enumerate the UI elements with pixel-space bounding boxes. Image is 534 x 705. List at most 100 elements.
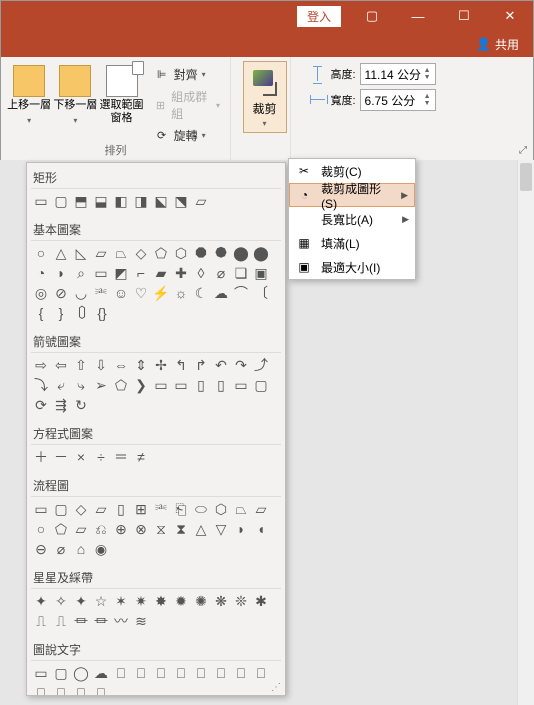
shape-minus[interactable]: －: [52, 448, 70, 466]
shape-arrow-6[interactable]: ↻: [72, 396, 90, 414]
vertical-scrollbar[interactable]: ▲: [517, 160, 534, 705]
shape-diag-stripe[interactable]: ▰: [152, 264, 170, 282]
shape-half-frame[interactable]: ◩: [112, 264, 130, 282]
shape-arrow-callout-lr[interactable]: ▭: [232, 376, 250, 394]
shape-cross[interactable]: ✚: [172, 264, 190, 282]
shape-multiply[interactable]: ×: [72, 448, 90, 466]
shape-not-equal[interactable]: ≠: [132, 448, 150, 466]
shape-arrow-c4[interactable]: ⤷: [72, 376, 90, 394]
shape-fc-delay[interactable]: ◖: [252, 520, 270, 538]
shape-arrow-bent2[interactable]: ↱: [192, 356, 210, 374]
window-restore-small-icon[interactable]: ▢: [349, 1, 395, 31]
shape-star5[interactable]: ☆: [92, 592, 110, 610]
shape-heptagon[interactable]: ⯃: [192, 244, 210, 262]
shape-round1[interactable]: ◨: [132, 192, 150, 210]
shape-fc-process[interactable]: ▭: [32, 500, 50, 518]
shape-arrow-c3[interactable]: ⤶: [52, 376, 70, 394]
shape-callout-3[interactable]: ⎕: [152, 664, 170, 682]
shape-arrow-callout-q[interactable]: ▢: [252, 376, 270, 394]
width-input[interactable]: 6.75 公分 ▲▼: [360, 89, 436, 111]
shape-pie[interactable]: ◔: [32, 264, 50, 282]
shape-star10[interactable]: ✹: [172, 592, 190, 610]
shape-arrow-uturn2[interactable]: ↷: [232, 356, 250, 374]
shape-oval[interactable]: ○: [32, 244, 50, 262]
shape-l-shape[interactable]: ⌐: [132, 264, 150, 282]
shape-callout-4[interactable]: ⎕: [172, 664, 190, 682]
shape-fc-doc[interactable]: ⎃: [152, 500, 170, 518]
shape-arc[interactable]: ⌒: [232, 284, 250, 302]
shape-star4[interactable]: ✦: [72, 592, 90, 610]
shape-brace-r[interactable]: }: [52, 304, 70, 322]
shape-no[interactable]: ⊘: [52, 284, 70, 302]
shape-fc-magdisk[interactable]: ⌀: [52, 540, 70, 558]
spinner-icon[interactable]: ▲▼: [424, 67, 431, 81]
share-button[interactable]: 共用: [495, 36, 519, 53]
shape-fc-extract[interactable]: △: [192, 520, 210, 538]
shape-decagon[interactable]: ⬤: [232, 244, 250, 262]
shape-chord[interactable]: ◗: [52, 264, 70, 282]
shape-arrow-c2[interactable]: ⤵: [32, 376, 50, 394]
ribbon-expand-icon[interactable]: ⤢: [519, 145, 527, 156]
shape-scroll-h[interactable]: ⏛: [92, 612, 110, 630]
shape-can[interactable]: ⌀: [212, 264, 230, 282]
shape-star6[interactable]: ✶: [112, 592, 130, 610]
send-backward-button[interactable]: 下移一層 ▾: [53, 61, 97, 127]
shape-arrow-uturn[interactable]: ↶: [212, 356, 230, 374]
shape-plus[interactable]: ＋: [32, 448, 50, 466]
align-button[interactable]: ⊫ 對齊 ▾: [150, 65, 224, 84]
shape-arrow-curved[interactable]: ⤴: [252, 356, 270, 374]
shape-rounded-rect[interactable]: ▢: [52, 192, 70, 210]
shape-fc-merge[interactable]: ▽: [212, 520, 230, 538]
shape-arrow-notch[interactable]: ➢: [92, 376, 110, 394]
shape-smiley[interactable]: ☺: [112, 284, 130, 302]
shape-dbl-bracket[interactable]: 〔〕: [72, 304, 90, 322]
window-minimize-icon[interactable]: —: [395, 1, 441, 31]
shape-explosion2[interactable]: ✧: [52, 592, 70, 610]
height-input[interactable]: 11.14 公分 ▲▼: [360, 63, 436, 85]
shape-star16[interactable]: ❋: [212, 592, 230, 610]
shape-fc-data[interactable]: ▱: [92, 500, 110, 518]
shape-rt-triangle[interactable]: ◺: [72, 244, 90, 262]
shape-callout-cloud[interactable]: ☁: [92, 664, 110, 682]
panel-resize-icon[interactable]: ⋰: [271, 682, 281, 693]
shape-scroll-v[interactable]: ⏛: [72, 612, 90, 630]
shape-divide[interactable]: ÷: [92, 448, 110, 466]
shape-arrow-u[interactable]: ⇧: [72, 356, 90, 374]
shape-arrow-l[interactable]: ⇦: [52, 356, 70, 374]
shape-heart[interactable]: ♡: [132, 284, 150, 302]
shape-callout-a3[interactable]: ⎕: [72, 684, 90, 696]
shape-arrow-quad[interactable]: ✢: [152, 356, 170, 374]
shape-fc-direct[interactable]: ⌂: [72, 540, 90, 558]
shape-star32[interactable]: ✱: [252, 592, 270, 610]
shape-callout-round[interactable]: ▢: [52, 664, 70, 682]
shape-trapezoid[interactable]: ⏢: [112, 244, 130, 262]
shape-round-same[interactable]: ▱: [192, 192, 210, 210]
shape-fc-collate[interactable]: ⧖: [152, 520, 170, 538]
shape-fc-sum[interactable]: ⊕: [112, 520, 130, 538]
shape-callout-b2[interactable]: ⎕: [212, 664, 230, 682]
shape-fc-or[interactable]: ⊗: [132, 520, 150, 538]
shape-arrow-callout-d[interactable]: ▯: [212, 376, 230, 394]
shape-arrow-circ[interactable]: ⟳: [32, 396, 50, 414]
shape-cloud[interactable]: ☁: [212, 284, 230, 302]
shape-arrow-ud[interactable]: ⇕: [132, 356, 150, 374]
shape-callout-b1[interactable]: ⎕: [192, 664, 210, 682]
shape-round2[interactable]: ⬕: [152, 192, 170, 210]
shape-fc-alt[interactable]: ▢: [52, 500, 70, 518]
shape-bracket[interactable]: 〔: [252, 284, 270, 302]
shape-dodecagon[interactable]: ⬤: [252, 244, 270, 262]
shape-hexagon[interactable]: ⬡: [172, 244, 190, 262]
shape-fc-sort[interactable]: ⧗: [172, 520, 190, 538]
window-maximize-icon[interactable]: ☐: [441, 1, 487, 31]
shape-fc-multidoc[interactable]: ⎗: [172, 500, 190, 518]
shape-frame[interactable]: ▭: [92, 264, 110, 282]
shape-triangle[interactable]: △: [52, 244, 70, 262]
shape-star24[interactable]: ❊: [232, 592, 250, 610]
shape-plaque[interactable]: ◊: [192, 264, 210, 282]
shape-callout-1[interactable]: ⎕: [112, 664, 130, 682]
shape-callout-oval[interactable]: ◯: [72, 664, 90, 682]
shape-block-arc[interactable]: ◡: [72, 284, 90, 302]
shape-fc-manual-in[interactable]: ⏢: [232, 500, 250, 518]
shape-sun[interactable]: ☼: [172, 284, 190, 302]
shape-arrow-d[interactable]: ⇩: [92, 356, 110, 374]
